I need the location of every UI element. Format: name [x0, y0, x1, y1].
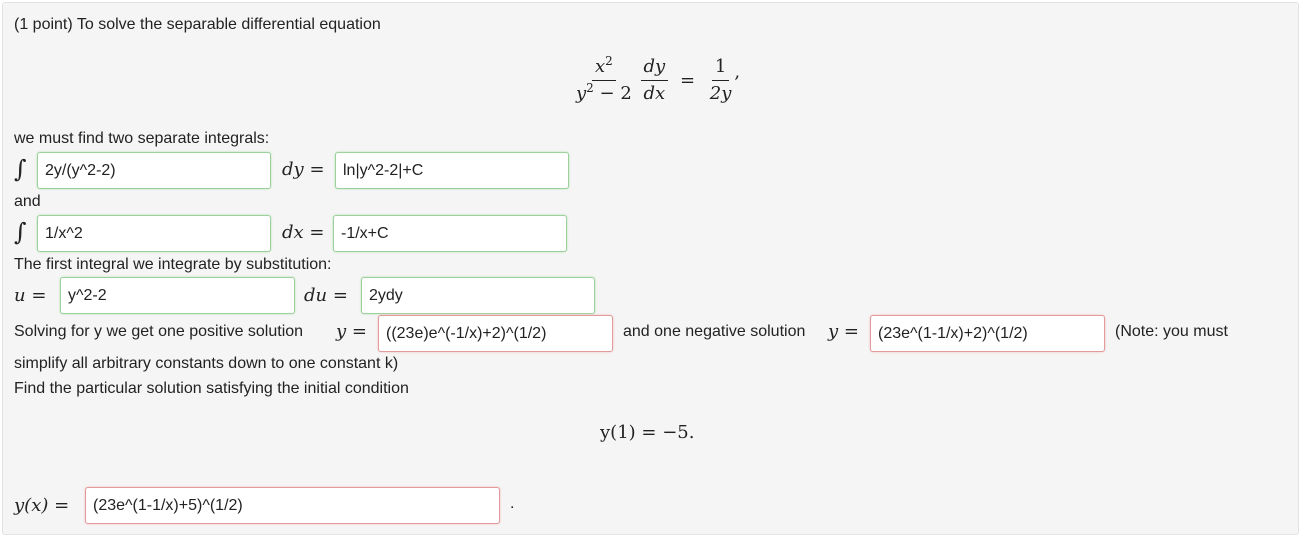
- integral-sign-icon: ∫: [14, 155, 27, 183]
- u-input[interactable]: y^2-2: [60, 277, 295, 314]
- negative-y-label: y =: [828, 321, 859, 342]
- particular-solution-input[interactable]: (23e^(1-1/x)+5)^(1/2): [85, 487, 500, 524]
- rhs-fraction: 1 2y: [709, 56, 732, 104]
- substitution-text: The first integral we integrate by subst…: [14, 256, 332, 273]
- negative-text: and one negative solution: [623, 323, 806, 340]
- problem-intro: (1 point) To solve the separable differe…: [14, 16, 381, 33]
- integral1-integrand-input[interactable]: 2y/(y^2-2): [37, 152, 271, 189]
- integrals-intro: we must find two separate integrals:: [14, 130, 270, 147]
- note-continued: simplify all arbitrary constants down to…: [14, 355, 399, 372]
- and-text: and: [14, 193, 41, 210]
- yx-label: y(x) =: [14, 495, 70, 516]
- u-label: u =: [14, 285, 47, 306]
- du-label: du =: [304, 285, 348, 306]
- initial-condition: y(1) = −5.: [600, 422, 695, 443]
- integral2-differential: dx =: [282, 222, 325, 243]
- du-input[interactable]: 2ydy: [361, 277, 595, 314]
- trailing-period: .: [510, 495, 515, 512]
- positive-y-label: y =: [336, 321, 367, 342]
- note-text: (Note: you must: [1115, 323, 1228, 340]
- integral2-integrand-input[interactable]: 1/x^2: [37, 215, 271, 252]
- positive-solution-input[interactable]: ((23e)e^(-1/x)+2)^(1/2): [378, 315, 613, 352]
- solving-text: Solving for y we get one positive soluti…: [14, 323, 304, 340]
- lhs-fraction: x2 y2 − 2: [576, 54, 632, 104]
- particular-text: Find the particular solution satisfying …: [14, 380, 409, 397]
- integral1-result-input[interactable]: ln|y^2-2|+C: [335, 152, 569, 189]
- derivative-fraction: dy dx: [640, 56, 669, 105]
- negative-solution-input[interactable]: (23e^(1-1/x)+2)^(1/2): [870, 315, 1105, 352]
- integral1-differential: dy =: [282, 159, 325, 180]
- differential-equation: x2 y2 − 2 dy dx = 1 2y ,: [573, 54, 740, 105]
- integral-sign-icon: ∫: [14, 218, 27, 246]
- integral2-result-input[interactable]: -1/x+C: [333, 215, 567, 252]
